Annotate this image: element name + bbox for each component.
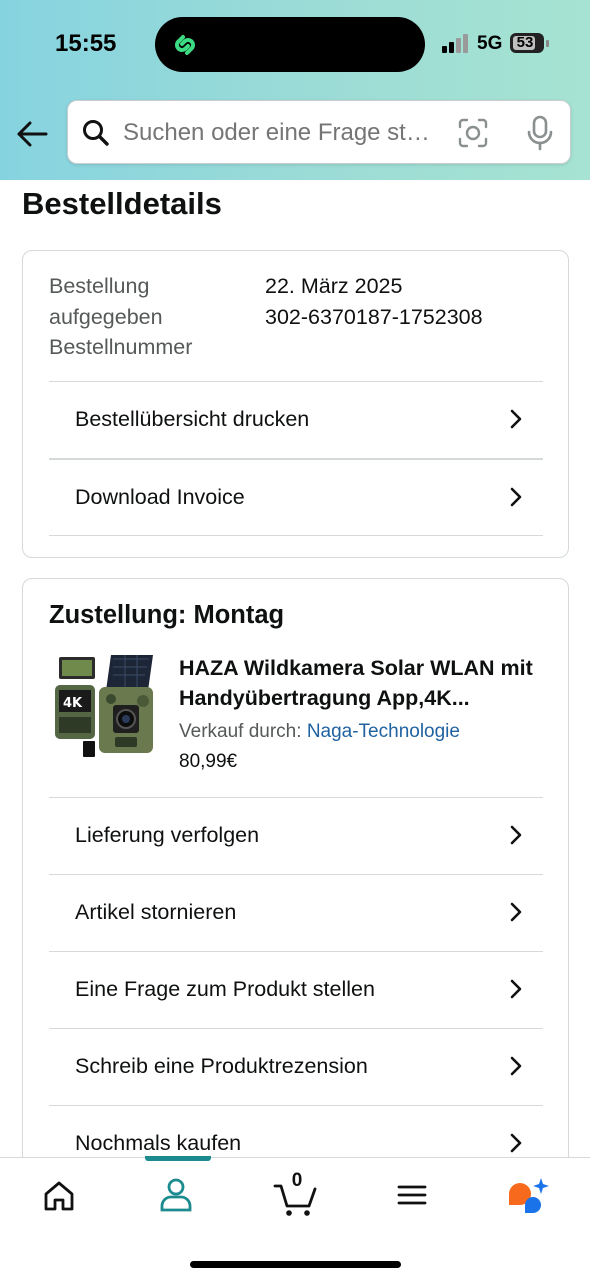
menu-icon[interactable] [387,1172,437,1218]
home-icon[interactable] [34,1172,84,1218]
search-icon [83,120,109,146]
chevron-right-icon [510,1056,522,1076]
order-info-values: 22. März 2025 302-6370187-1752308 [265,271,483,332]
bottom-tab-bar: 0 [0,1156,590,1280]
product-image[interactable]: 4K [53,655,157,759]
network-type: 5G [477,33,503,54]
download-invoice-row[interactable]: Download Invoice [49,458,543,535]
back-arrow-icon[interactable] [14,118,50,150]
order-date: 22. März 2025 [265,274,403,298]
battery-icon: 53 [510,33,544,53]
cart-count: 0 [291,1170,303,1191]
chevron-right-icon [510,902,522,922]
seller-link[interactable]: Naga-Technologie [307,721,460,742]
row-label: Eine Frage zum Produkt stellen [75,977,375,1001]
chevron-right-icon [510,409,522,429]
status-time: 15:55 [55,30,117,57]
signal-icon [442,33,470,53]
row-label: Bestellübersicht drucken [75,407,310,431]
delivery-status-title: Zustellung: Montag [49,601,285,629]
ask-product-question-row[interactable]: Eine Frage zum Produkt stellen [49,951,543,1028]
row-label: Artikel stornieren [75,900,237,924]
seller-prefix: Verkauf durch: [179,721,302,742]
order-number: 302-6370187-1752308 [265,304,483,329]
track-delivery-row[interactable]: Lieferung verfolgen [49,797,543,874]
chevron-right-icon [510,825,522,845]
row-label: Schreib eine Produktrezension [75,1054,368,1078]
cancel-item-row[interactable]: Artikel stornieren [49,874,543,951]
dynamic-island [155,17,425,72]
page-title: Bestelldetails [22,186,222,221]
microphone-icon[interactable] [527,115,553,151]
chevron-right-icon [510,1133,522,1153]
write-review-row[interactable]: Schreib eine Produktrezension [49,1028,543,1105]
chevron-right-icon [510,487,522,507]
cart-button[interactable]: 0 [272,1170,322,1218]
camera-lens-icon[interactable] [458,118,488,148]
order-info-card: Bestellung aufgegeben Bestellnummer 22. … [22,250,569,558]
svg-text:4K: 4K [63,696,83,711]
chevron-right-icon [510,979,522,999]
product-title[interactable]: HAZA Wildkamera Solar WLAN mit Handyüber… [179,653,539,713]
link-app-icon [175,35,195,55]
battery-level: 53 [516,34,534,51]
print-order-summary-row[interactable]: Bestellübersicht drucken [49,381,543,458]
row-label: Lieferung verfolgen [75,823,260,847]
row-label: Download Invoice [75,485,245,509]
divider [49,535,543,536]
user-icon[interactable] [151,1172,201,1218]
seller-info: Verkauf durch: Naga-Technologie [179,721,460,743]
app-header: 15:55 5G 53 [0,0,590,180]
order-info-labels: Bestellung aufgegeben Bestellnummer [49,274,193,359]
product-price: 80,99€ [179,751,238,772]
shipment-card: Zustellung: Montag 4K HAZA Wildkamera So… [22,578,569,1198]
home-indicator [190,1261,401,1268]
search-input[interactable] [123,113,443,153]
active-tab-indicator [145,1156,211,1161]
ai-assistant-icon[interactable] [505,1172,555,1218]
search-bar[interactable] [67,100,571,164]
